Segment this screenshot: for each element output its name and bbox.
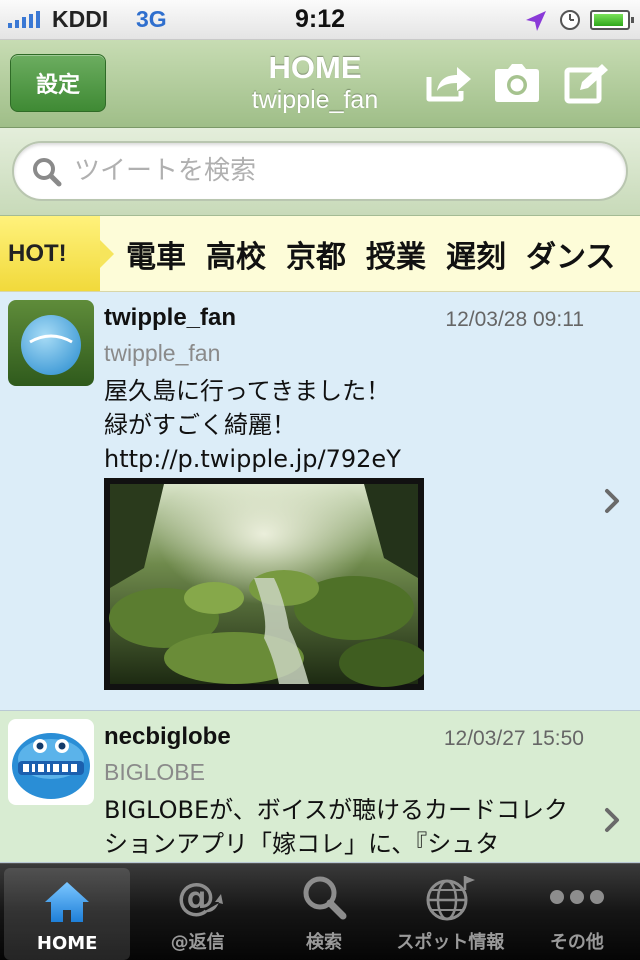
trending-word[interactable]: 授業 (366, 232, 426, 276)
home-icon (45, 882, 90, 922)
tab-label: HOME (36, 933, 98, 954)
tweet-author-name[interactable]: twipple_fan (104, 304, 236, 332)
tweet-author-name[interactable]: necbiglobe (104, 723, 231, 751)
tweet-item[interactable]: necbiglobe 12/03/27 15:50 BIGLOBE BIGLOB… (0, 711, 640, 863)
tab-more[interactable]: その他 (514, 864, 640, 960)
location-arrow-icon (526, 11, 546, 31)
hot-label: HOT! (0, 216, 114, 291)
trending-word[interactable]: 京都 (286, 232, 346, 276)
chevron-right-icon[interactable] (604, 807, 620, 833)
tab-spot-info[interactable]: スポット情報 (387, 864, 513, 960)
tweet-date: 12/03/27 15:50 (443, 727, 584, 750)
account-name: twipple_fan (251, 86, 379, 114)
chevron-right-icon[interactable] (604, 488, 620, 514)
tab-label: スポット情報 (396, 932, 505, 953)
svg-text:@: @ (177, 875, 215, 919)
trending-word[interactable]: ダンス (526, 232, 615, 276)
biglobe-logo-avatar (8, 719, 94, 805)
tweet-photo[interactable] (104, 478, 424, 690)
status-bar: KDDI 3G 9:12 (0, 0, 640, 40)
forest-stream-photo (109, 484, 424, 687)
battery-level (594, 14, 623, 26)
tab-home[interactable]: HOME (4, 868, 131, 960)
camera-icon (495, 64, 539, 102)
trending-word[interactable]: 高校 (206, 232, 266, 276)
share-button[interactable] (424, 58, 474, 108)
compose-button[interactable] (562, 58, 612, 108)
globe-icon (426, 876, 476, 921)
tab-reply[interactable]: @ @返信 (134, 864, 260, 960)
compose-icon (564, 64, 608, 104)
alarm-clock-icon (560, 10, 580, 30)
avatar[interactable] (8, 719, 94, 805)
search-icon (303, 876, 347, 920)
trending-word[interactable]: 電車 (126, 232, 186, 276)
battery-icon (590, 10, 634, 30)
tweet-text: BIGLOBEが、ボイスが聴けるカードコレクションアプリ「嫁コレ」に、『シュタ (104, 796, 568, 858)
tab-label: 検索 (306, 932, 343, 953)
search-area (0, 128, 640, 216)
tweet-text: 屋久島に行ってきました！ 緑がすごく綺麗！ http://p.twipple.j… (104, 377, 401, 473)
navigation-bar: 設定 HOME twipple_fan (0, 40, 640, 128)
settings-button[interactable]: 設定 (10, 54, 106, 112)
tab-label: その他 (549, 932, 604, 953)
trending-words: 電車 高校 京都 授業 遅刻 ダンス (126, 216, 635, 291)
tab-bar: HOME @ @返信 検索 スポット情報 その他 (0, 863, 640, 960)
ball-avatar-image (8, 300, 94, 386)
tweet-date: 12/03/28 09:11 (445, 308, 584, 331)
tweet-author-handle: BIGLOBE (104, 759, 205, 785)
share-icon (426, 67, 471, 102)
tweet-item[interactable]: twipple_fan 12/03/28 09:11 twipple_fan 屋… (0, 292, 640, 711)
search-input[interactable] (74, 143, 606, 199)
tweet-author-handle: twipple_fan (104, 340, 221, 366)
search-icon (33, 158, 62, 187)
tab-search[interactable]: 検索 (261, 864, 387, 960)
tab-label: @返信 (170, 932, 225, 953)
trending-word[interactable]: 遅刻 (446, 232, 506, 276)
more-icon (549, 890, 604, 904)
search-box[interactable] (12, 141, 628, 201)
trending-bar: HOT! 電車 高校 京都 授業 遅刻 ダンス (0, 216, 640, 292)
at-reply-icon: @ (177, 875, 223, 919)
page-title: HOME (268, 50, 362, 85)
avatar[interactable] (8, 300, 94, 386)
camera-button[interactable] (492, 58, 542, 108)
